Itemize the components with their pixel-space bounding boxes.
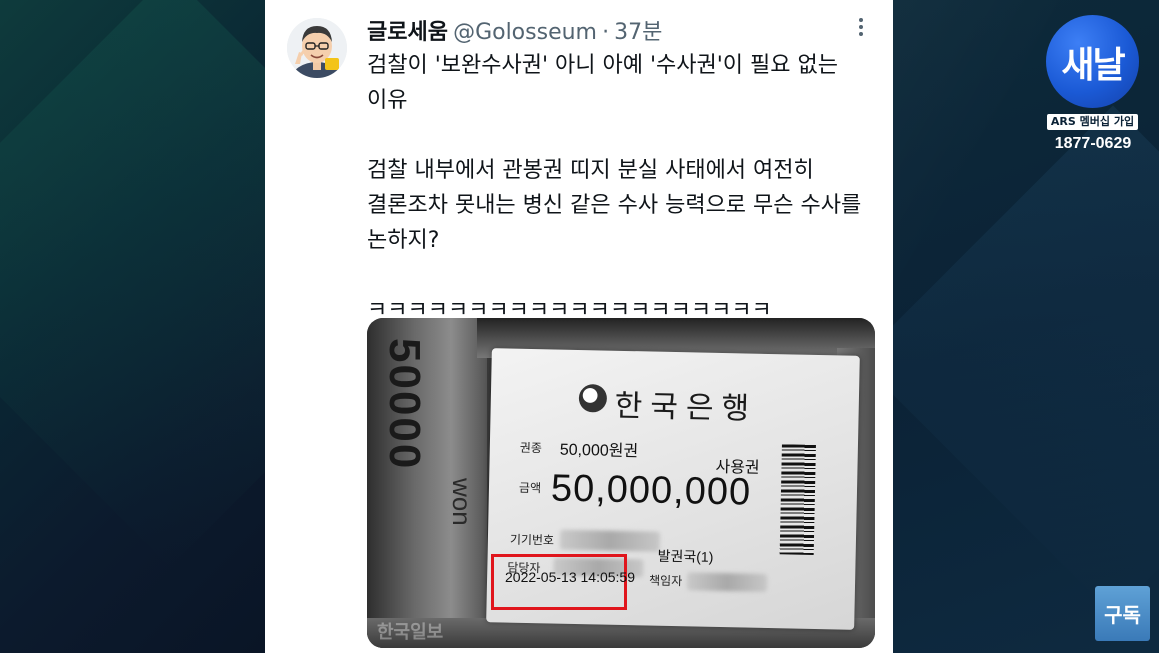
tweet-line: 검찰 내부에서 관봉권 띠지 분실 사태에서 여전히 xyxy=(367,158,814,183)
more-options-icon[interactable] xyxy=(849,18,873,44)
tweet-text: 검찰이 '보완수사권' 아니 아예 '수사권'이 필요 없는 이유 검찰 내부에… xyxy=(367,48,867,328)
tweet-line: 이유 xyxy=(367,88,408,113)
channel-logo-text: 새날 xyxy=(1061,44,1125,86)
barcode-icon xyxy=(779,444,816,555)
phone-number: 1877-0629 xyxy=(1054,135,1132,152)
type-value: 50,000원권 xyxy=(559,441,639,461)
tweet-card: 글로세움 @Golosseum · 37분 검찰이 '보완수사권' 아니 아예 … xyxy=(265,0,893,653)
amount-value: 50,000,000 xyxy=(550,467,752,514)
user-handle[interactable]: @Golosseum xyxy=(453,20,597,45)
type-label: 권종 xyxy=(519,440,543,456)
avatar[interactable] xyxy=(287,18,347,78)
timestamp[interactable]: 37분 xyxy=(614,20,662,45)
issuer-value: 발권국(1) xyxy=(657,547,714,565)
banknote-number: 50000 xyxy=(380,338,429,471)
redacted-responsible xyxy=(686,572,768,592)
caricature-avatar-icon xyxy=(287,18,347,78)
machine-label: 기기번호 xyxy=(509,532,555,548)
date-stamp: 2022-05-13 14:05:59 xyxy=(505,569,635,585)
tweet-line: 결론조차 못내는 병신 같은 수사 능력으로 무슨 수사를 xyxy=(367,193,862,218)
amount-label: 금액 xyxy=(518,480,542,496)
watermark: 한국일보 xyxy=(377,622,444,643)
ars-membership-label: ARS 멤버십 가입 xyxy=(1047,114,1138,130)
responsible-label: 책임자 xyxy=(648,573,683,589)
banknote-word: won xyxy=(447,478,477,526)
redacted-machine-number xyxy=(559,529,661,552)
tweet-photo[interactable]: 50000 won 한국은행 권종 50,000원권 사용권 금액 50,000… xyxy=(367,318,875,648)
bank-logo-icon xyxy=(578,384,608,413)
channel-logo[interactable]: 새날 xyxy=(1046,15,1139,108)
separator-dot: · xyxy=(602,20,610,45)
display-name[interactable]: 글로세움 xyxy=(367,20,448,45)
tweet-line: 논하지? xyxy=(367,228,440,253)
tweet-header: 글로세움 @Golosseum · 37분 xyxy=(367,14,662,46)
tweet-line: 검찰이 '보완수사권' 아니 아예 '수사권'이 필요 없는 xyxy=(367,53,838,78)
bank-name: 한국은행 xyxy=(614,388,758,427)
subscribe-button[interactable]: 구독 xyxy=(1095,586,1150,641)
